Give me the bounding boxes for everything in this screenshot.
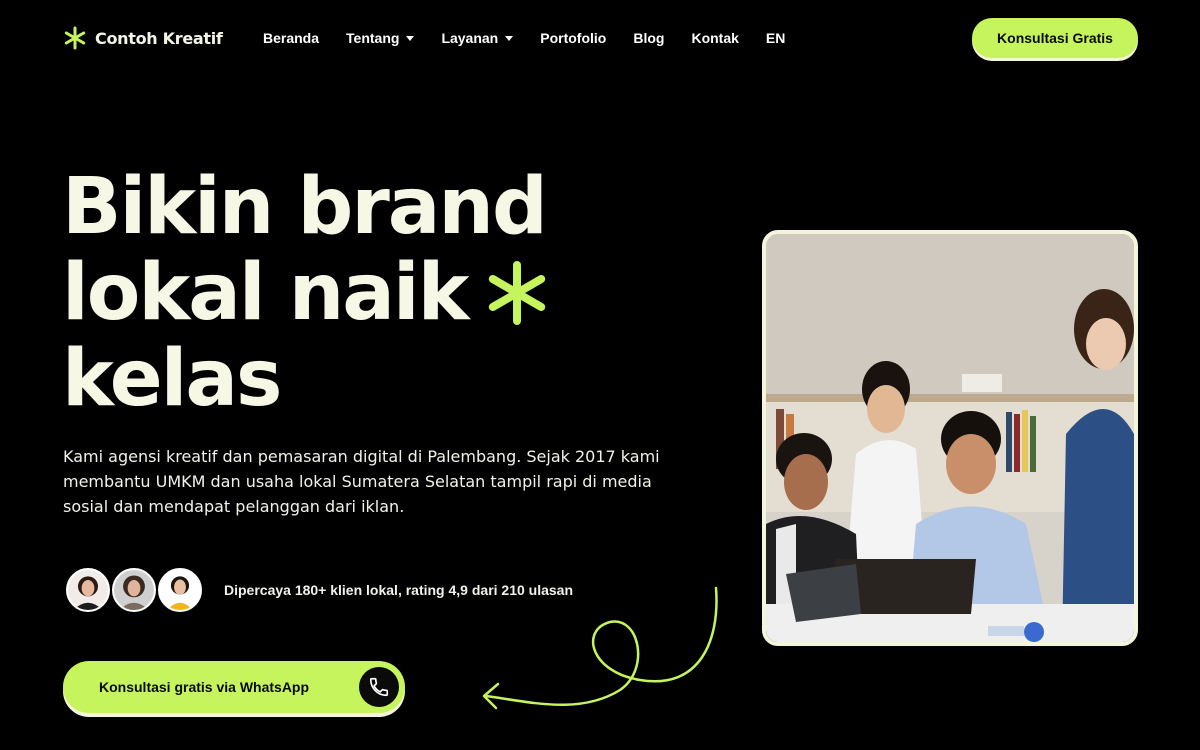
team-photo [762,230,1138,646]
whatsapp-cta-label: Konsultasi gratis via WhatsApp [99,679,310,695]
nav-item-label: Tentang [346,30,400,46]
nav-item-label: Beranda [263,30,320,46]
nav-menu: Beranda Tentang Layanan Portofolio Blog … [263,30,812,46]
hero-description: Kami agensi kreatif dan pemasaran digita… [63,447,660,516]
asterisk-icon [488,261,545,325]
page: Contoh Kreatif Beranda Tentang Layanan P… [0,0,1200,750]
nav-item-beranda[interactable]: Beranda [263,30,319,46]
nav-item-layanan[interactable]: Layanan [441,30,514,46]
language-switch[interactable]: EN [766,30,785,46]
avatar [158,568,202,612]
client-avatars [66,568,204,612]
phone-icon [359,667,399,707]
nav-item-label: Kontak [691,30,739,46]
avatar [66,568,110,612]
asterisk-logo-icon [64,26,86,50]
whatsapp-cta-button[interactable]: Konsultasi gratis via WhatsApp [63,661,405,713]
nav-item-label: Portofolio [540,30,607,46]
nav-item-label: EN [765,30,786,46]
nav-item-portofolio[interactable]: Portofolio [540,30,606,46]
headline-line-1: Bikin brand [62,162,548,252]
nav-item-blog[interactable]: Blog [633,30,664,46]
brand-logo[interactable]: Contoh Kreatif [63,26,263,50]
nav-item-label: Blog [633,30,665,46]
headline-line-3: kelas [62,334,282,424]
chevron-down-icon [505,35,514,41]
top-navigation: Contoh Kreatif Beranda Tentang Layanan P… [63,18,1138,58]
hero-headline: Bikin brand lokal naik kelas [62,164,682,422]
chevron-down-icon [406,35,415,41]
brand-name: Contoh Kreatif [95,28,223,48]
nav-item-tentang[interactable]: Tentang [346,30,415,46]
nav-item-label: Layanan [441,30,499,46]
headline-line-2: lokal naik [62,248,469,338]
consultation-button[interactable]: Konsultasi Gratis [972,18,1138,58]
avatar [112,568,156,612]
curved-arrow-decoration [482,586,718,710]
nav-item-kontak[interactable]: Kontak [691,30,738,46]
